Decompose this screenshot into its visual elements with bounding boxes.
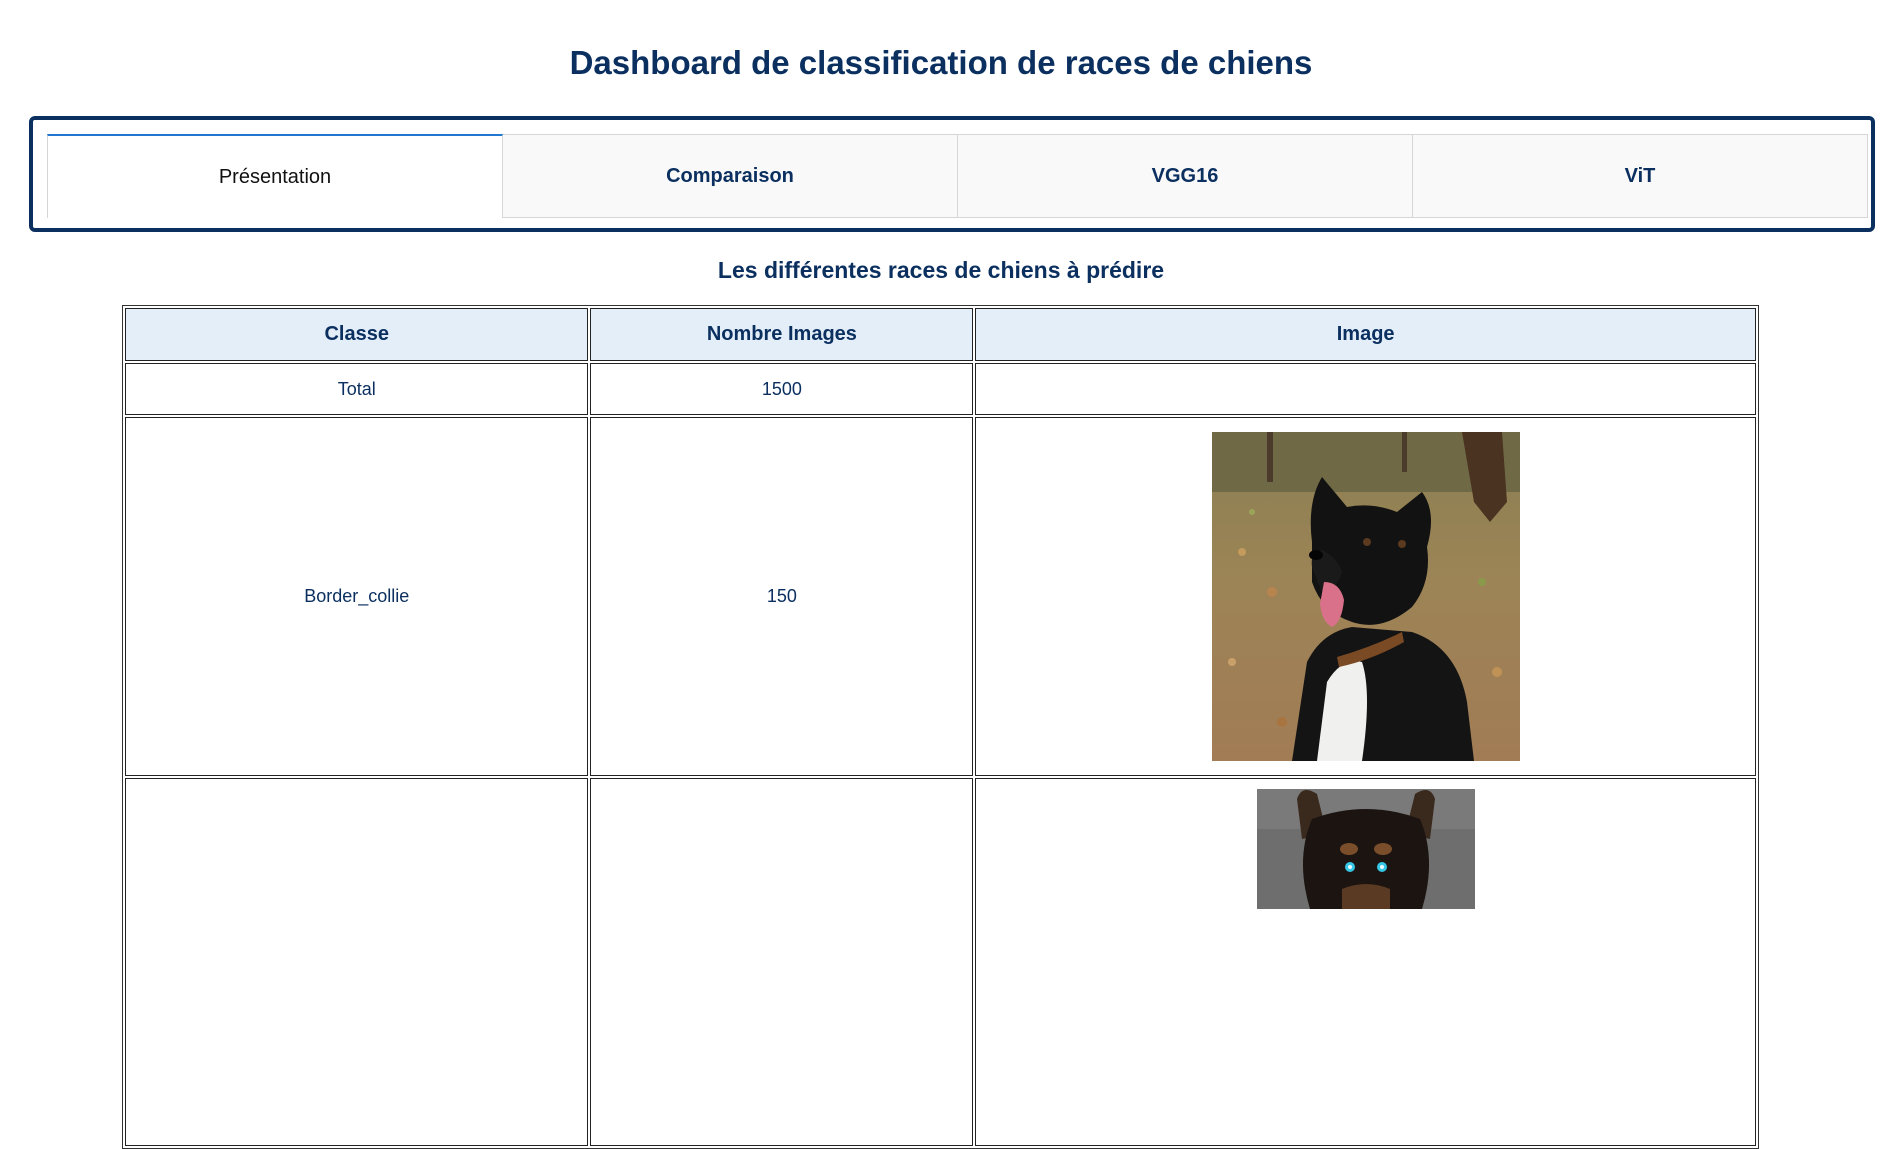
table-row: Total 1500 xyxy=(125,363,1756,415)
page-title: Dashboard de classification de races de … xyxy=(569,44,1313,81)
cell-classe: Total xyxy=(125,363,589,415)
column-header-image: Image xyxy=(975,308,1756,361)
cell-image xyxy=(975,417,1756,776)
border-collie-photo xyxy=(1211,432,1520,761)
table-header-row: Classe Nombre Images Image xyxy=(125,308,1756,361)
column-header-nombre-images: Nombre Images xyxy=(590,308,974,361)
tab-presentation[interactable]: Présentation xyxy=(47,134,503,218)
cell-classe: Border_collie xyxy=(125,417,589,776)
section-title: Les différentes races de chiens à prédir… xyxy=(717,257,1165,283)
breeds-table: Classe Nombre Images Image Total 1500 Bo… xyxy=(122,305,1759,1149)
tab-vit[interactable]: ViT xyxy=(1413,134,1868,218)
cell-image xyxy=(975,778,1756,1146)
table-row: Border_collie 150 xyxy=(125,417,1756,776)
column-header-classe: Classe xyxy=(125,308,589,361)
cell-nombre-images xyxy=(590,778,974,1146)
tabs-row: Présentation Comparaison VGG16 ViT xyxy=(47,134,1868,218)
dobermann-photo xyxy=(1256,789,1475,909)
tab-vgg16[interactable]: VGG16 xyxy=(958,134,1413,218)
table-row xyxy=(125,778,1756,1146)
tabs-container: Présentation Comparaison VGG16 ViT xyxy=(29,116,1875,232)
cell-image xyxy=(975,363,1756,415)
tab-comparaison[interactable]: Comparaison xyxy=(503,134,958,218)
cell-nombre-images: 1500 xyxy=(590,363,974,415)
cell-classe xyxy=(125,778,589,1146)
cell-nombre-images: 150 xyxy=(590,417,974,776)
